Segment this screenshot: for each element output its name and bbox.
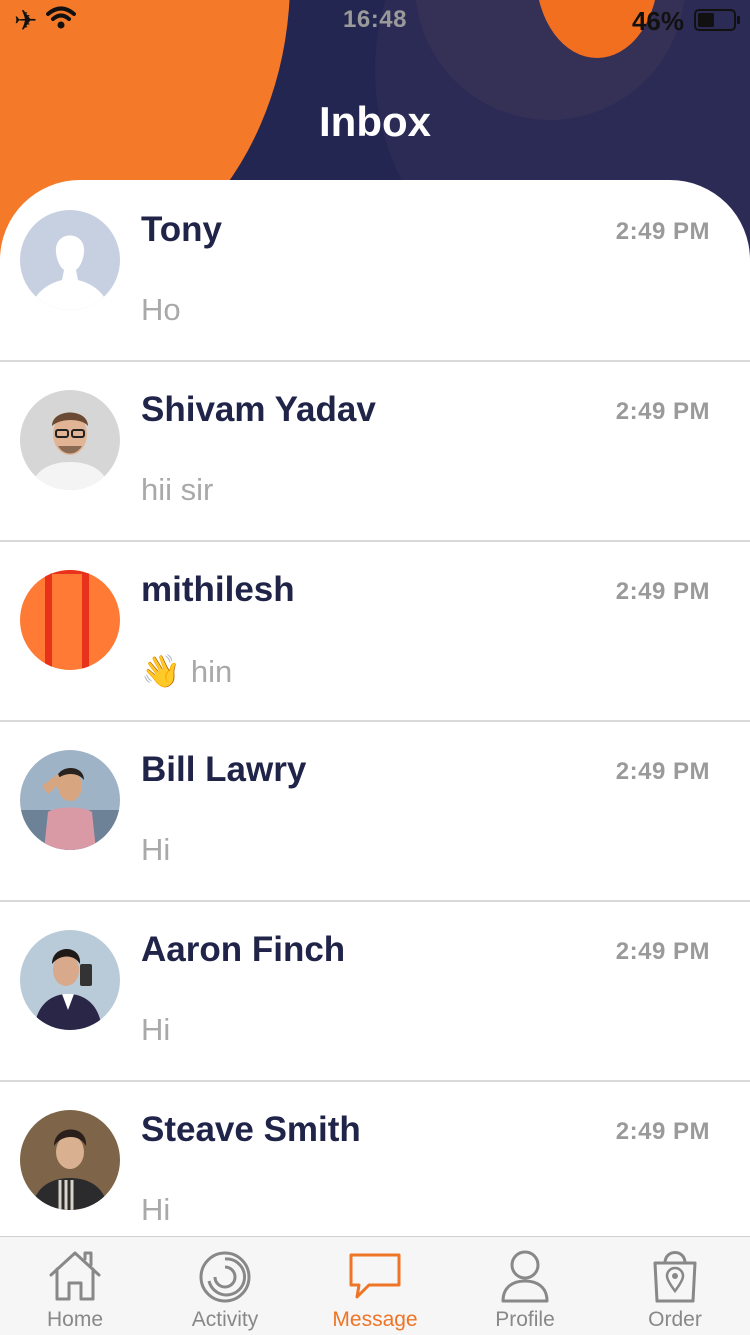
contact-name: Aaron Finch <box>141 930 346 969</box>
message-time: 2:49 PM <box>615 578 710 605</box>
message-icon <box>349 1253 401 1299</box>
conversation-row[interactable]: Shivam Yadav 2:49 PM hii sir <box>0 360 750 542</box>
message-text: hin <box>190 654 233 689</box>
avatar <box>20 930 120 1030</box>
message-time: 2:49 PM <box>615 398 710 425</box>
order-icon <box>653 1251 697 1303</box>
tab-label: Message <box>332 1308 418 1331</box>
message-time: 2:49 PM <box>615 758 710 785</box>
avatar <box>20 210 120 310</box>
conversation-row[interactable]: Bill Lawry 2:49 PM Hi <box>0 720 750 902</box>
avatar <box>20 390 120 490</box>
home-icon <box>49 1251 101 1301</box>
inbox-list: Tony 2:49 PM Ho Shivam Yadav 2:49 PM hii… <box>0 180 750 1236</box>
message-preview: Ho <box>141 292 181 327</box>
conversation-row[interactable]: Aaron Finch 2:49 PM Hi <box>0 900 750 1082</box>
message-time: 2:49 PM <box>615 218 710 245</box>
tab-label: Activity <box>191 1308 259 1331</box>
avatar <box>20 570 120 670</box>
tab-activity[interactable]: Activity <box>150 1237 300 1335</box>
tab-profile[interactable]: Profile <box>450 1237 600 1335</box>
avatar <box>20 1110 120 1210</box>
message-time: 2:49 PM <box>615 938 710 965</box>
battery-icon <box>694 9 740 31</box>
waving-hand-emoji: 👋 <box>141 653 181 689</box>
battery-percent: 46% <box>631 6 684 36</box>
message-preview: 👋 hin <box>141 652 232 690</box>
contact-name: mithilesh <box>141 570 295 609</box>
tab-order[interactable]: Order <box>600 1237 750 1335</box>
tab-label: Profile <box>495 1308 555 1331</box>
contact-name: Tony <box>141 210 223 249</box>
activity-icon <box>199 1251 251 1303</box>
contact-name: Bill Lawry <box>141 750 307 789</box>
conversation-row[interactable]: mithilesh 2:49 PM 👋 hin <box>0 540 750 722</box>
status-bar: ✈ 16:48 46% <box>0 0 750 40</box>
bottom-tab-bar: Home Activity Message Profile Order <box>0 1236 750 1335</box>
message-preview: Hi <box>141 1012 171 1047</box>
message-preview: Hi <box>141 1192 171 1227</box>
page-title: Inbox <box>319 98 431 145</box>
conversation-row[interactable]: Tony 2:49 PM Ho <box>0 180 750 362</box>
tab-label: Order <box>648 1308 702 1331</box>
message-preview: Hi <box>141 832 171 867</box>
message-preview: hii sir <box>141 472 214 507</box>
tab-home[interactable]: Home <box>0 1237 150 1335</box>
message-time: 2:49 PM <box>615 1118 710 1145</box>
tab-label: Home <box>46 1308 104 1331</box>
contact-name: Steave Smith <box>141 1110 361 1149</box>
avatar <box>20 750 120 850</box>
tab-message[interactable]: Message <box>300 1237 450 1335</box>
conversation-row[interactable]: Steave Smith 2:49 PM Hi <box>0 1080 750 1236</box>
profile-icon <box>501 1250 549 1303</box>
contact-name: Shivam Yadav <box>141 390 376 429</box>
